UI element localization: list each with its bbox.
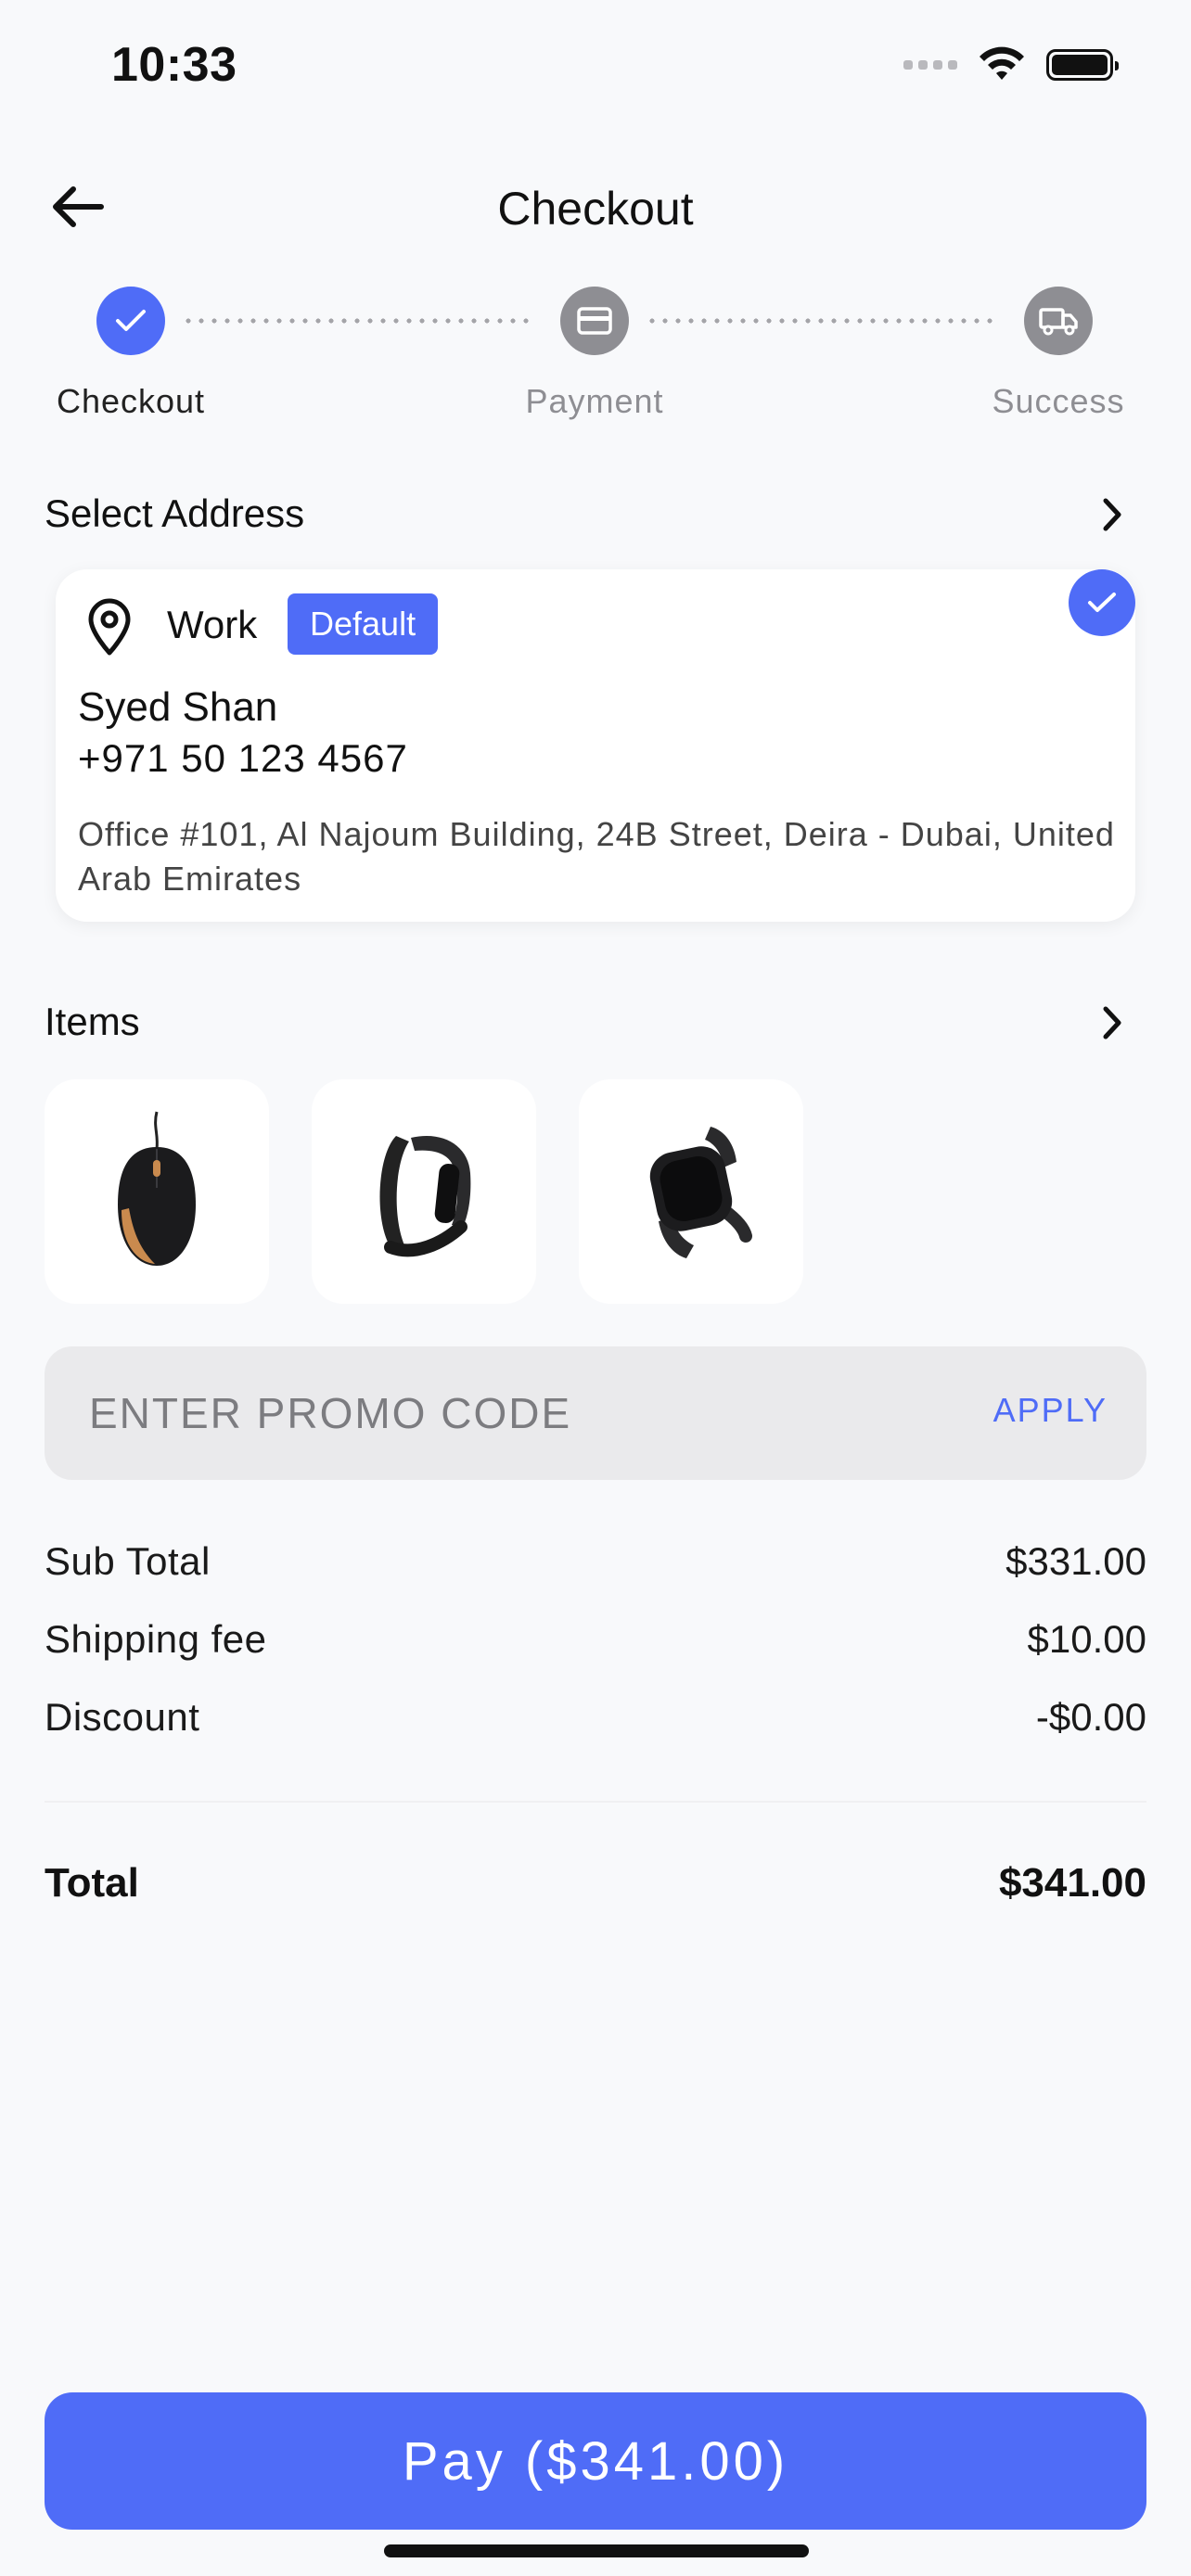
step-payment-indicator bbox=[560, 287, 629, 355]
items-title: Items bbox=[45, 1000, 140, 1043]
address-more-button[interactable] bbox=[1089, 491, 1135, 538]
mouse-icon bbox=[118, 1111, 196, 1266]
location-pin-icon bbox=[83, 597, 135, 661]
recipient-phone: +971 50 123 4567 bbox=[78, 736, 408, 780]
step-success-label: Success bbox=[992, 382, 1125, 420]
stepper-connector bbox=[182, 318, 534, 324]
address-type: Work bbox=[167, 603, 258, 646]
item-thumbnail[interactable] bbox=[312, 1079, 536, 1304]
step-success-indicator bbox=[1024, 287, 1093, 355]
total-value: $341.00 bbox=[998, 1860, 1146, 1906]
discount-value: -$0.00 bbox=[1035, 1695, 1146, 1739]
cellular-signal-icon bbox=[903, 60, 957, 70]
summary-divider bbox=[45, 1801, 1146, 1803]
page-title: Checkout bbox=[497, 183, 694, 235]
apply-promo-button[interactable]: APPLY bbox=[993, 1391, 1108, 1430]
wifi-icon bbox=[980, 46, 1024, 80]
recipient-name: Syed Shan bbox=[78, 684, 278, 730]
subtotal-value: $331.00 bbox=[1005, 1539, 1146, 1583]
pay-button[interactable]: Pay ($341.00) bbox=[45, 2392, 1146, 2530]
chevron-right-icon bbox=[1103, 498, 1121, 531]
delivery-truck-icon bbox=[1039, 308, 1078, 336]
items-more-button[interactable] bbox=[1089, 1000, 1135, 1046]
step-checkout-label: Checkout bbox=[56, 382, 206, 420]
home-indicator bbox=[384, 2544, 809, 2557]
shipping-fee-label: Shipping fee bbox=[45, 1617, 267, 1661]
fitness-band-icon bbox=[379, 1135, 471, 1257]
subtotal-label: Sub Total bbox=[45, 1539, 211, 1583]
address-line: Office #101, Al Najoum Building, 24B Str… bbox=[78, 815, 1115, 898]
smartwatch-icon bbox=[649, 1127, 752, 1258]
stepper-connector bbox=[646, 318, 998, 324]
address-card[interactable]: Work Default Syed Shan +971 50 123 4567 … bbox=[56, 569, 1135, 922]
status-time: 10:33 bbox=[111, 38, 237, 92]
step-payment-label: Payment bbox=[525, 382, 664, 420]
address-selected-check[interactable] bbox=[1069, 569, 1135, 636]
default-badge: Default bbox=[288, 593, 439, 655]
promo-code-input[interactable] bbox=[89, 1346, 924, 1480]
select-address-title: Select Address bbox=[45, 491, 305, 535]
step-checkout-indicator bbox=[96, 287, 165, 355]
check-icon bbox=[116, 310, 146, 331]
total-label: Total bbox=[45, 1860, 139, 1906]
check-icon bbox=[1088, 593, 1116, 612]
promo-code-box: APPLY bbox=[45, 1346, 1146, 1480]
credit-card-icon bbox=[577, 307, 612, 335]
chevron-right-icon bbox=[1103, 1006, 1121, 1039]
discount-label: Discount bbox=[45, 1695, 200, 1739]
item-thumbnail[interactable] bbox=[579, 1079, 803, 1304]
item-thumbnail[interactable] bbox=[45, 1079, 269, 1304]
status-icons bbox=[903, 46, 1119, 83]
shipping-fee-value: $10.00 bbox=[1027, 1617, 1146, 1661]
battery-icon bbox=[1046, 49, 1119, 81]
